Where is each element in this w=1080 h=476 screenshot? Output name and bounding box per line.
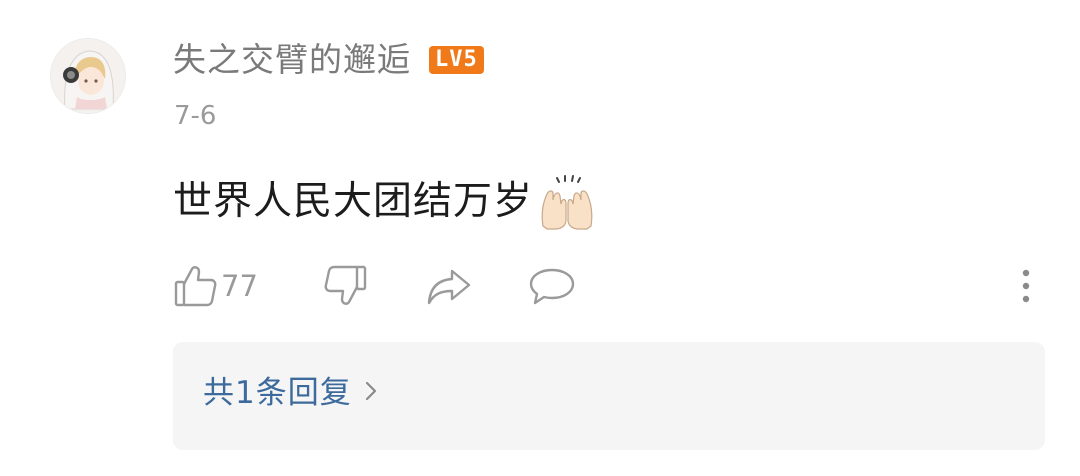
- avatar-illustration: [51, 39, 125, 113]
- vertical-dots-icon: [1014, 263, 1038, 309]
- comment-date: 7-6: [174, 101, 217, 131]
- chevron-right-icon: [364, 379, 378, 407]
- username-row: 失之交臂的邂逅 LV5: [173, 38, 484, 82]
- dislike-button[interactable]: [322, 262, 368, 310]
- like-count: 77: [221, 269, 258, 303]
- reply-button[interactable]: [527, 262, 577, 310]
- like-button[interactable]: 77: [173, 262, 258, 310]
- thumbs-up-icon: [173, 263, 219, 309]
- replies-count-label: 共1条回复: [203, 375, 352, 411]
- more-options-button[interactable]: [1014, 262, 1038, 310]
- action-bar: 77: [0, 258, 1080, 314]
- avatar[interactable]: [50, 38, 126, 114]
- share-arrow-icon: [425, 263, 473, 309]
- level-badge: LV5: [429, 46, 484, 74]
- raising-hands-icon: [537, 174, 597, 230]
- speech-bubble-icon: [527, 263, 577, 309]
- comment-text: 世界人民大团结万岁: [173, 179, 534, 224]
- username[interactable]: 失之交臂的邂逅: [173, 38, 411, 82]
- replies-panel: 共1条回复: [173, 342, 1045, 450]
- comment-card: 失之交臂的邂逅 LV5 7-6 世界人民大团结万岁 77 共1条回复: [0, 0, 1080, 476]
- share-button[interactable]: [425, 262, 473, 310]
- comment-content-row: 世界人民大团结万岁: [173, 172, 597, 232]
- thumbs-down-icon: [322, 263, 368, 309]
- view-replies-link[interactable]: 共1条回复: [203, 368, 378, 418]
